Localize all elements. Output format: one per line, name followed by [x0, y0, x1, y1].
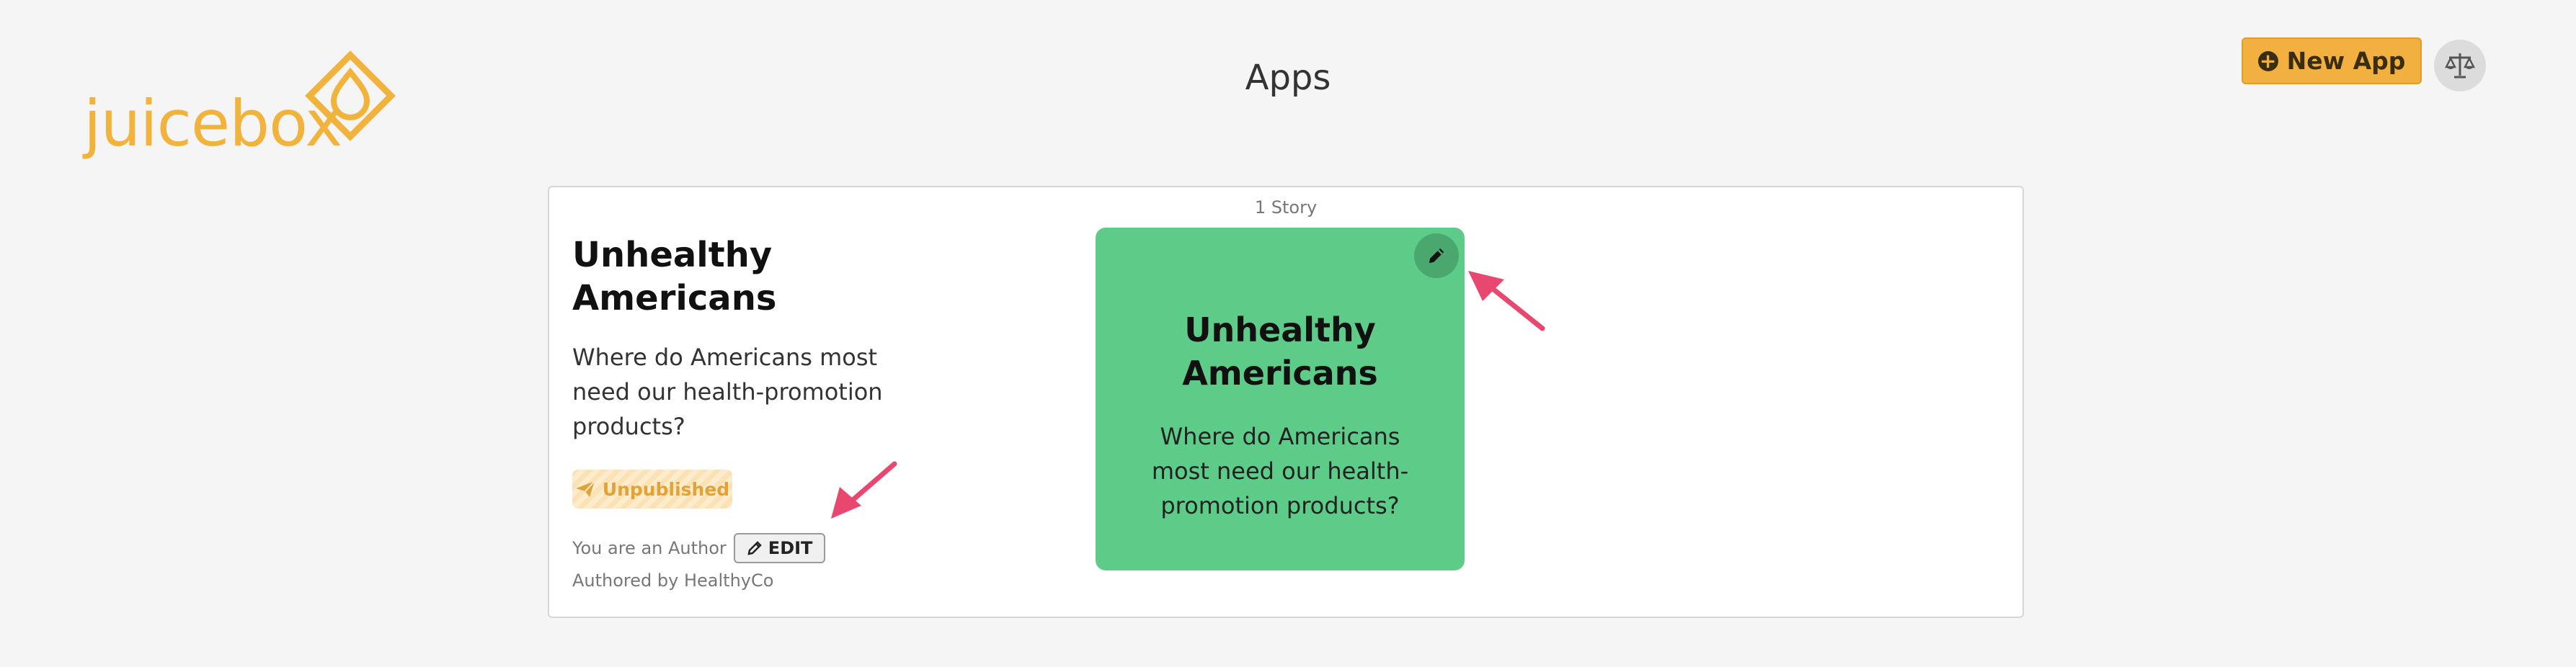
plus-circle-icon: +: [2257, 50, 2278, 71]
new-app-button[interactable]: + New App: [2242, 37, 2422, 84]
status-label: Unpublished: [602, 478, 730, 500]
story-edit-button[interactable]: [1414, 233, 1459, 278]
app-description: Where do Americans most need our health-…: [572, 344, 883, 440]
new-app-label: New App: [2286, 47, 2406, 75]
pencil-icon: [747, 541, 762, 555]
scales-icon: [2444, 53, 2476, 79]
story-card[interactable]: Unhealthy Americans Where do Americans m…: [1096, 228, 1465, 570]
annotation-arrow-icon: [1468, 271, 1545, 331]
annotation-arrow-icon: [831, 461, 897, 519]
avatar[interactable]: [2434, 40, 2486, 91]
edit-label: EDIT: [768, 538, 813, 558]
status-badge: Unpublished: [572, 470, 732, 509]
story-count: 1 Story: [1254, 197, 1318, 218]
pencil-icon: [1429, 248, 1444, 264]
author-line: You are an Author EDIT: [572, 533, 826, 563]
story-description: Where do Americans most need our health-…: [1151, 423, 1409, 519]
app-title[interactable]: Unhealthy Americans: [572, 233, 911, 320]
page-title: Apps: [1245, 58, 1331, 98]
edit-button[interactable]: EDIT: [733, 533, 826, 563]
author-text: You are an Author: [572, 538, 727, 558]
story-title: Unhealthy Americans: [1182, 310, 1378, 393]
app-card[interactable]: 1 Story Unhealthy Americans Where do Ame…: [548, 186, 2024, 618]
paper-plane-icon: [575, 480, 595, 497]
authored-by: Authored by HealthyCo: [572, 570, 774, 591]
